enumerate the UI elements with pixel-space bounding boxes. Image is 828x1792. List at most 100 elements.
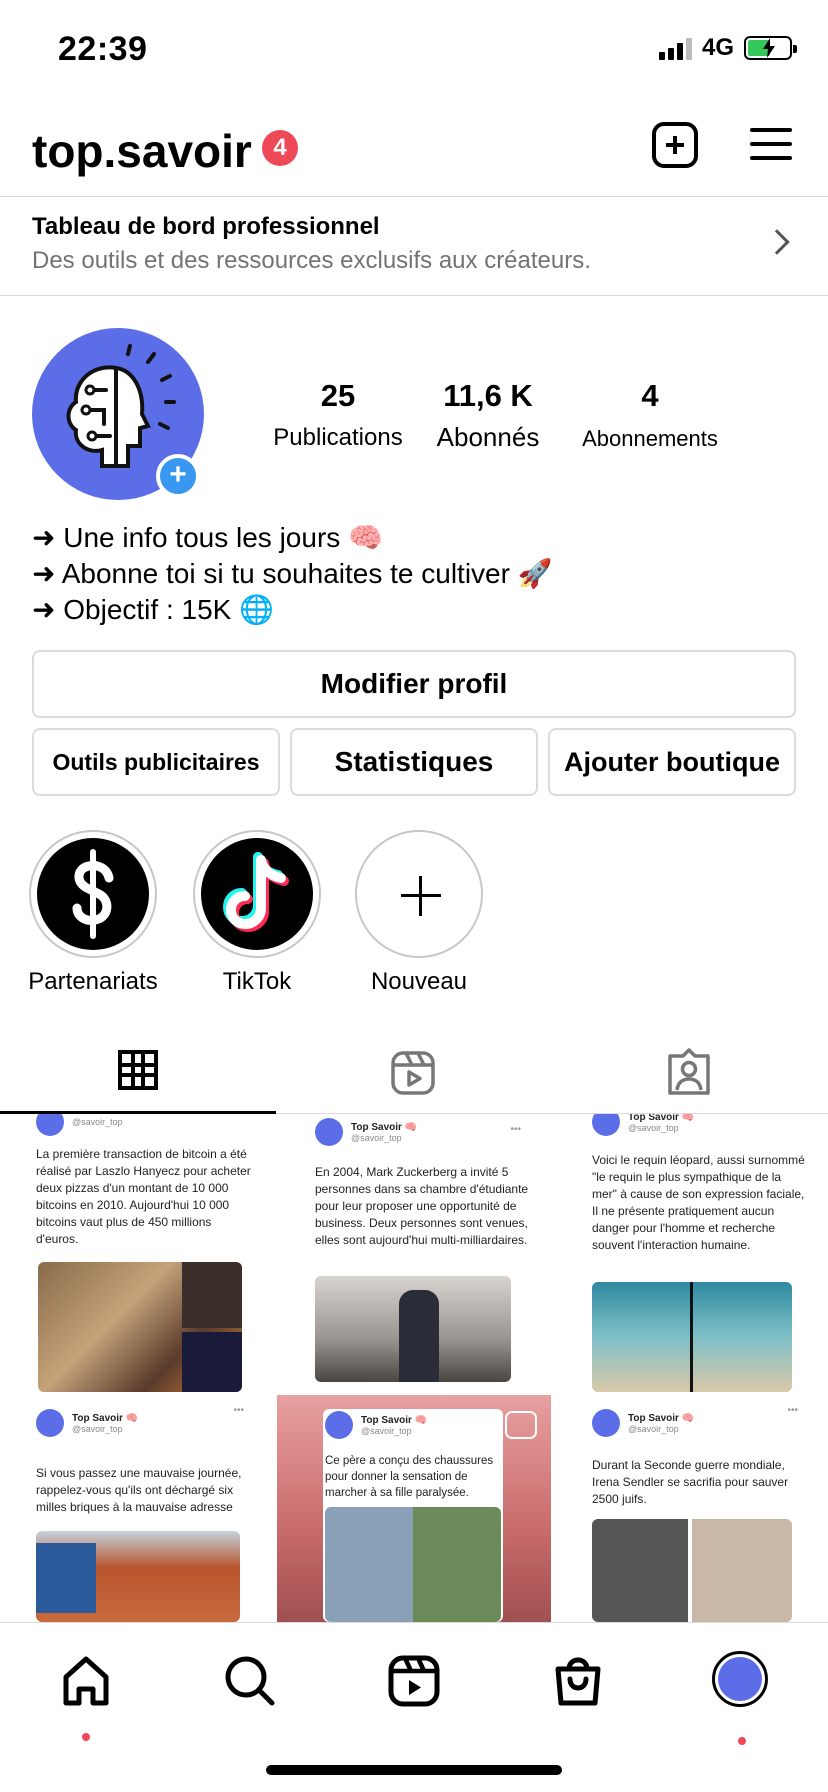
post-text: Voici le requin léopard, aussi surnommé … [592,1153,805,1252]
post-tile[interactable]: @savoir_top La première transaction de b… [0,1114,274,1392]
reels-tab[interactable] [384,1651,444,1711]
chevron-right-icon [764,229,790,255]
statistics-button[interactable]: Statistiques [290,728,538,796]
post-text: Ce père a conçu des chaussures pour donn… [325,1455,494,1499]
status-bar: 22:39 4G [0,0,828,100]
post-image [592,1282,792,1392]
author-avatar [592,1409,620,1437]
reel-indicator-icon [505,1411,537,1439]
username-title[interactable]: top.savoir [32,124,252,178]
search-icon [225,1656,275,1706]
profile-stats: 25 Publications 11,6 K Abonnés 4 Abonnem… [273,378,740,453]
create-post-icon[interactable] [652,122,698,168]
author-handle: @savoir_top [628,1122,679,1133]
tab-tagged[interactable] [552,1030,828,1114]
author-handle: @savoir_top [72,1117,123,1127]
post-text: La première transaction de bitcoin a été… [36,1147,251,1246]
highlight-label: Partenariats [28,968,158,995]
author-avatar [325,1411,353,1439]
author-handle: @savoir_top [351,1132,402,1143]
shop-tab[interactable] [548,1651,608,1711]
author-name: Top Savoir 🧠 [351,1121,418,1133]
highlight-label: Nouveau [370,968,468,995]
notification-dot [738,1737,746,1745]
battery-icon [744,36,797,60]
post-tile[interactable]: Top Savoir 🧠 @savoir_top ••• Durant la Se… [554,1395,828,1622]
author-handle: @savoir_top [72,1423,123,1434]
ad-tools-button[interactable]: Outils publicitaires [32,728,280,796]
tab-reels[interactable] [276,1030,552,1114]
dollar-icon [37,838,149,950]
more-icon: ••• [787,1405,798,1416]
stat-label: Abonnés [436,422,540,452]
post-image [315,1276,511,1382]
reels-icon [388,1655,440,1707]
post-image [36,1531,240,1622]
hamburger-menu-icon[interactable] [750,126,792,162]
professional-dashboard-row[interactable]: Tableau de bord professionnel Des outils… [0,196,828,296]
post-tile[interactable]: Top Savoir 🧠 @savoir_top ••• Si vous pass… [0,1395,274,1622]
edit-profile-button[interactable]: Modifier profil [32,650,796,718]
stat-followers[interactable]: 11,6 K Abonnés [406,378,570,453]
search-tab[interactable] [220,1651,280,1711]
home-indicator [266,1765,562,1775]
stat-following[interactable]: 4 Abonnements [560,378,740,453]
stat-label: Publications [273,424,403,451]
tab-grid[interactable] [0,1030,276,1114]
network-label: 4G [701,34,734,61]
shop-icon [555,1657,601,1706]
post-text: En 2004, Mark Zuckerberg a invité 5 pers… [315,1165,529,1247]
dashboard-subtitle: Des outils et des ressources exclusifs a… [32,247,591,274]
post-text: Si vous passez une mauvaise journée, rap… [36,1466,242,1514]
dashboard-title: Tableau de bord professionnel [32,213,380,240]
author-avatar [36,1409,64,1437]
post-tile[interactable]: Top Savoir 🧠 @savoir_top ••• En 2004, Mar… [277,1114,551,1392]
stat-value: 4 [641,378,659,413]
author-handle: @savoir_top [628,1423,679,1434]
bio-line: ➜ Objectif : 15K 🌐 [32,594,274,625]
notification-dot [82,1733,90,1741]
stat-label: Abonnements [582,426,718,451]
bio-line: ➜ Abonne toi si tu souhaites te cultiver… [32,558,553,589]
highlight-label: TikTok [222,968,292,995]
more-icon: ••• [233,1405,244,1416]
post-image [592,1519,792,1622]
home-tab[interactable] [56,1651,116,1741]
post-tile[interactable]: Top Savoir 🧠 @savoir_top Voici le requin … [554,1114,828,1392]
post-image [38,1262,242,1392]
tagged-icon [668,1048,710,1095]
tiktok-icon [201,838,313,950]
stat-value: 11,6 K [443,378,533,413]
author-name: Top Savoir 🧠 [628,1412,695,1424]
profile-tabs [0,1030,828,1114]
author-avatar [315,1118,343,1146]
author-avatar [36,1114,64,1136]
stat-publications[interactable]: 25 Publications [256,378,420,453]
author-name: Top Savoir 🧠 [628,1114,695,1123]
more-icon: ••• [510,1124,521,1135]
author-name: Top Savoir 🧠 [72,1412,139,1424]
reels-icon [391,1051,435,1095]
highlight-tiktok[interactable]: TikTok [192,830,322,996]
home-icon [63,1656,109,1706]
author-handle: @savoir_top [361,1425,412,1436]
profile-header: top.savoir 4 [0,100,828,196]
notification-badge[interactable]: 4 [262,130,298,166]
author-name: Top Savoir 🧠 [361,1414,428,1426]
post-tile[interactable]: Top Savoir 🧠 @savoir_top Ce père a conçu … [277,1395,551,1622]
profile-avatar [712,1651,768,1707]
author-avatar [592,1114,620,1136]
grid-icon [118,1050,158,1090]
add-story-button[interactable]: + [156,454,200,498]
highlight-new[interactable]: Nouveau [354,830,484,996]
status-right: 4G [658,34,797,62]
status-time: 22:39 [58,30,148,68]
post-image [325,1507,501,1622]
post-text: Durant la Seconde guerre mondiale, Irena… [592,1458,789,1506]
plus-icon [355,830,483,958]
highlight-partenariats[interactable]: Partenariats [28,830,158,996]
bottom-navigation [0,1622,828,1792]
add-shop-button[interactable]: Ajouter boutique [548,728,796,796]
bio-line: ➜ Une info tous les jours 🧠 [32,522,383,553]
profile-tab[interactable] [712,1651,772,1745]
